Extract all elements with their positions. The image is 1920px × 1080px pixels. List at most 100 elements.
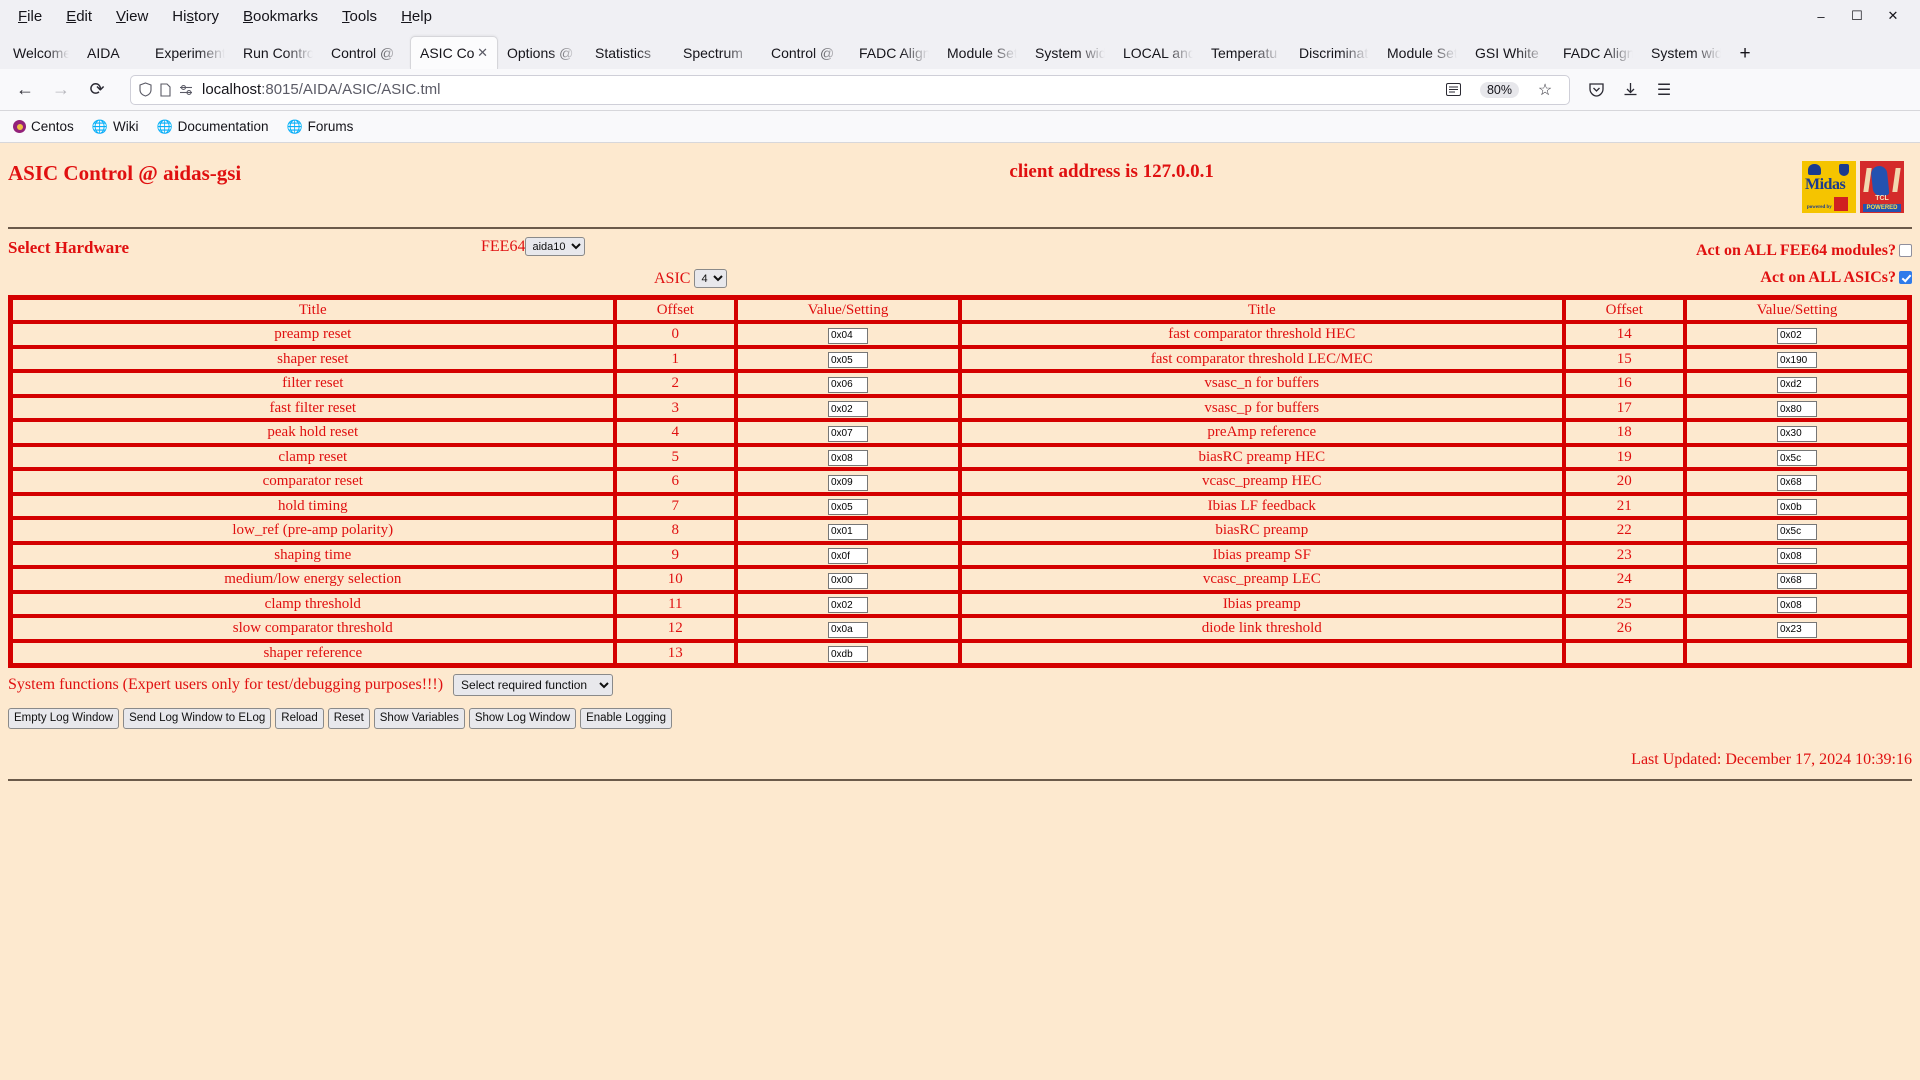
tab-temperature[interactable]: Temperatu [1202, 36, 1290, 69]
pocket-icon[interactable] [1580, 74, 1612, 106]
tab-fadc-align-2[interactable]: FADC Align [1554, 36, 1642, 69]
tab-control-2[interactable]: Control @ [762, 36, 850, 69]
value-input[interactable] [1777, 597, 1817, 613]
permissions-icon[interactable] [179, 84, 194, 96]
midas-logo-sub: powered by [1807, 205, 1832, 210]
page-header: ASIC Control @ aidas-gsi client address … [0, 143, 1920, 213]
value-input[interactable] [828, 352, 868, 368]
value-input[interactable] [828, 646, 868, 662]
value-input[interactable] [828, 425, 868, 442]
tcl-logo-icon: TCL POWERED [1860, 161, 1904, 213]
menu-tools[interactable]: Tools [330, 4, 389, 29]
bookmark-wiki[interactable]: 🌐 Wiki [85, 116, 146, 138]
empty-log-window-button[interactable]: Empty Log Window [8, 708, 120, 729]
value-input[interactable] [1777, 572, 1817, 589]
forward-button[interactable]: → [44, 74, 78, 106]
value-input[interactable] [1777, 523, 1817, 540]
value-input[interactable] [828, 376, 868, 393]
act-all-asics-checkbox[interactable] [1899, 271, 1912, 284]
tab-fadc-align-1[interactable]: FADC Align [850, 36, 938, 69]
row-offset-left: 5 [614, 444, 737, 469]
tab-spectrum[interactable]: Spectrum [674, 36, 762, 69]
reload-button[interactable]: Reload [275, 708, 324, 729]
value-input[interactable] [1777, 499, 1817, 515]
row-value-right [1685, 444, 1909, 469]
enable-logging-button[interactable]: Enable Logging [580, 708, 673, 729]
value-input[interactable] [1777, 327, 1817, 344]
value-input[interactable] [828, 474, 868, 491]
tab-local-and[interactable]: LOCAL and [1114, 36, 1202, 69]
value-input[interactable] [828, 499, 868, 515]
window-controls: – ☐ ✕ [1804, 3, 1914, 29]
value-input[interactable] [1777, 621, 1817, 638]
fee64-select[interactable]: aida10 [525, 237, 586, 256]
url-bar[interactable]: localhost:8015/AIDA/ASIC/ASIC.tml 80% ☆ [130, 74, 1570, 106]
tab-statistics[interactable]: Statistics [586, 36, 674, 69]
tab-module-settings-2[interactable]: Module Set [1378, 36, 1466, 69]
menu-view[interactable]: View [104, 4, 160, 29]
bookmark-forums[interactable]: 🌐 Forums [279, 116, 360, 138]
value-input[interactable] [828, 621, 868, 638]
tab-welcome[interactable]: Welcome t [4, 36, 78, 69]
maximize-button[interactable]: ☐ [1840, 3, 1874, 29]
value-input[interactable] [1777, 352, 1817, 368]
tab-options[interactable]: Options @ [498, 36, 586, 69]
value-input[interactable] [828, 572, 868, 589]
zoom-level-indicator[interactable]: 80% [1479, 81, 1519, 98]
tab-run-control[interactable]: Run Contro [234, 36, 322, 69]
value-input[interactable] [828, 523, 868, 540]
value-input[interactable] [828, 401, 868, 417]
reader-view-icon[interactable] [1438, 74, 1470, 106]
tab-aida[interactable]: AIDA [78, 36, 146, 69]
value-input[interactable] [1777, 474, 1817, 491]
value-input[interactable] [1777, 425, 1817, 442]
row-offset-right: 23 [1563, 542, 1686, 567]
value-input[interactable] [1777, 376, 1817, 393]
send-log-window-elog-button[interactable]: Send Log Window to ELog [123, 708, 272, 729]
reset-button[interactable]: Reset [327, 708, 370, 729]
row-title-left: shaper reset [11, 346, 615, 371]
shield-icon[interactable] [139, 82, 152, 97]
reload-button[interactable]: ⟳ [80, 74, 114, 106]
action-button-row: Empty Log Window Send Log Window to ELog… [0, 696, 1920, 729]
tab-control-1[interactable]: Control @ [322, 36, 410, 69]
tab-system-wide-2[interactable]: System wid [1642, 36, 1730, 69]
tab-label: Experiment [155, 44, 225, 61]
act-all-fee64-checkbox[interactable] [1899, 244, 1912, 257]
show-variables-button[interactable]: Show Variables [373, 708, 465, 729]
asic-select[interactable]: 4 [694, 269, 728, 288]
close-icon[interactable]: ✕ [477, 45, 488, 61]
show-log-window-button[interactable]: Show Log Window [468, 708, 577, 729]
close-window-button[interactable]: ✕ [1876, 3, 1910, 29]
system-function-select[interactable]: Select required function [453, 674, 614, 696]
menu-edit[interactable]: Edit [54, 4, 104, 29]
value-input[interactable] [828, 548, 868, 564]
value-input[interactable] [828, 327, 868, 344]
app-menu-icon[interactable]: ☰ [1648, 74, 1680, 106]
tab-discriminator[interactable]: Discriminat [1290, 36, 1378, 69]
value-input[interactable] [1777, 548, 1817, 564]
menu-file[interactable]: File [6, 4, 54, 29]
tab-experiment[interactable]: Experiment [146, 36, 234, 69]
bookmark-centos[interactable]: Centos [6, 116, 81, 137]
row-title-right: diode link threshold [959, 616, 1564, 641]
bookmark-documentation[interactable]: 🌐 Documentation [149, 116, 275, 138]
bookmark-label: Documentation [177, 119, 269, 134]
tab-gsi-white-rabbit[interactable]: GSI White [1466, 36, 1554, 69]
menu-help[interactable]: Help [389, 4, 444, 29]
page-info-icon[interactable] [160, 82, 171, 97]
tab-module-settings-1[interactable]: Module Set [938, 36, 1026, 69]
menu-bookmarks[interactable]: Bookmarks [231, 4, 330, 29]
tab-system-wide-1[interactable]: System wid [1026, 36, 1114, 69]
minimize-button[interactable]: – [1804, 3, 1838, 29]
new-tab-button[interactable]: + [1730, 39, 1760, 69]
value-input[interactable] [1777, 450, 1817, 466]
downloads-icon[interactable] [1614, 74, 1646, 106]
value-input[interactable] [828, 597, 868, 613]
back-button[interactable]: ← [8, 74, 42, 106]
tab-asic-control[interactable]: ASIC Con ✕ [410, 36, 498, 69]
value-input[interactable] [828, 450, 868, 466]
bookmark-star-icon[interactable]: ☆ [1529, 74, 1561, 106]
menu-history[interactable]: History [160, 4, 231, 29]
value-input[interactable] [1777, 401, 1817, 417]
